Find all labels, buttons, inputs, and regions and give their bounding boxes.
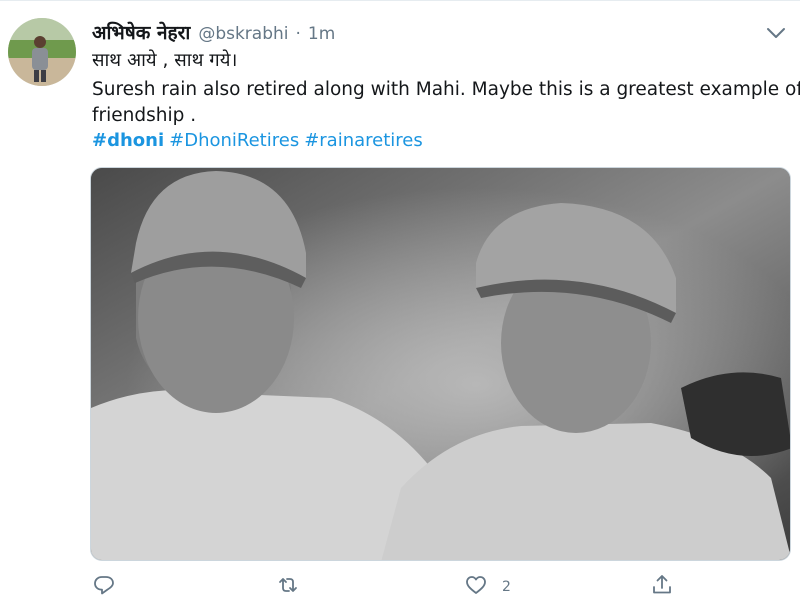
like-count: 2 <box>502 579 511 595</box>
like-icon <box>464 573 488 601</box>
tweet-card[interactable]: अभिषेक नेहरा @bskrabhi · 1m साथ आये , सा… <box>0 0 800 613</box>
user-handle[interactable]: @bskrabhi <box>198 24 288 44</box>
reply-icon <box>92 573 116 601</box>
reply-button[interactable] <box>92 573 130 601</box>
share-button[interactable] <box>650 573 688 601</box>
hashtag-dhoni[interactable]: #dhoni <box>92 130 164 151</box>
tweet-header: अभिषेक नेहरा @bskrabhi · 1m <box>92 19 335 47</box>
avatar[interactable] <box>8 18 76 86</box>
tweet-text-line: friendship . <box>92 105 197 126</box>
timestamp[interactable]: 1m <box>308 24 335 44</box>
hashtag-dhoniretires[interactable]: #DhoniRetires <box>169 130 299 151</box>
tweet-actions: 2 <box>0 571 800 605</box>
like-button[interactable]: 2 <box>464 573 511 601</box>
retweet-icon <box>276 573 300 601</box>
tweet-text-line: Suresh rain also retired along with Mahi… <box>92 79 800 100</box>
chevron-down-icon[interactable] <box>764 23 788 43</box>
separator-dot: · <box>295 24 301 44</box>
tweet-text-hindi: साथ आये , साथ गये। <box>92 50 238 71</box>
display-name[interactable]: अभिषेक नेहरा <box>92 19 190 45</box>
tweet-photo[interactable] <box>90 167 791 561</box>
share-icon <box>650 573 674 601</box>
retweet-button[interactable] <box>276 573 314 601</box>
hashtag-rainaretires[interactable]: #rainaretires <box>304 130 423 151</box>
hashtags: #dhoni #DhoniRetires #rainaretires <box>92 130 423 151</box>
